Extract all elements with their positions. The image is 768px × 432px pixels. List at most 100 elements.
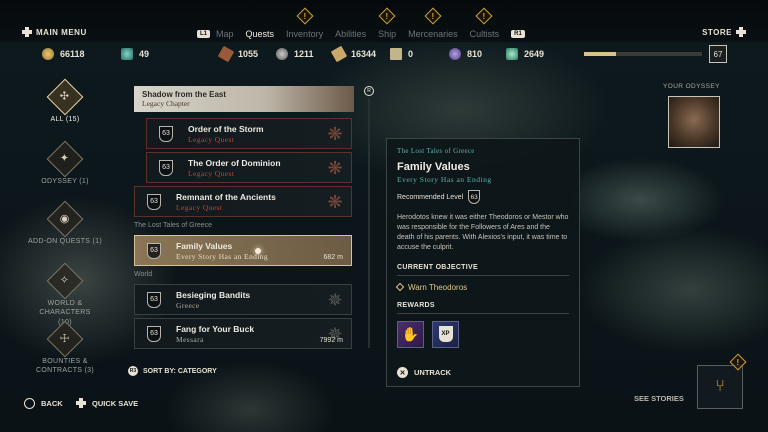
wood-counter: 1055 <box>217 45 259 63</box>
tab-cultists[interactable]: ! Cultists <box>469 7 500 39</box>
category-all-label: ALL (15) <box>50 116 80 123</box>
quest-row[interactable]: 63 Order of the Storm Legacy Quest ❋ <box>146 118 352 149</box>
tab-inventory-label: Inventory <box>286 29 324 39</box>
xp-progress-bar <box>584 52 702 56</box>
ability-point-icon <box>121 48 133 60</box>
quest-description: Herodotos knew it was either Theodoros o… <box>397 214 569 252</box>
quest-row[interactable]: 63 Besieging Bandits Greece ✵ <box>134 284 352 315</box>
alert-icon: ! <box>378 7 396 25</box>
category-odyssey[interactable]: ✦ ODYSSEY (1) <box>20 140 110 186</box>
quest-row[interactable]: 63 The Order of Dominion Legacy Quest ❋ <box>146 152 352 183</box>
quest-subtitle: Greece <box>176 300 200 310</box>
crystal-counter: 2649 <box>506 48 544 60</box>
knot-icon: ✣ <box>46 78 84 116</box>
tab-ship-label: Ship <box>378 29 397 39</box>
alert-icon: ! <box>475 7 493 25</box>
untrack-label: UNTRACK <box>414 368 452 377</box>
quest-level-badge: 63 <box>147 193 161 210</box>
quest-subtitle: Legacy Quest <box>188 134 235 144</box>
store-button[interactable]: STORE <box>702 27 746 37</box>
store-label: STORE <box>702 27 732 37</box>
l1-button-icon: L1 <box>197 30 211 38</box>
legacy-emblem-icon: ❋ <box>327 158 343 178</box>
quick-save-button[interactable]: QUICK SAVE <box>76 398 138 408</box>
quest-level-badge: 63 <box>147 291 161 308</box>
main-menu-button[interactable]: MAIN MENU <box>22 27 87 37</box>
quest-level-badge: 63 <box>159 125 173 142</box>
stories-button[interactable]: ⑂ <box>697 365 743 409</box>
resource-bar: 66118 49 1055 1211 16344 0 810 2649 <box>0 42 768 66</box>
circle-button-icon <box>24 398 35 409</box>
alert-icon: ! <box>424 7 442 25</box>
category-bounties-contracts[interactable]: ☩ BOUNTIES & CONTRACTS (3) <box>20 320 110 376</box>
cursor-icon <box>255 248 261 254</box>
recommended-level: Recommended Level 63 <box>397 190 569 204</box>
world-icon: ✧ <box>46 262 84 300</box>
category-world-characters[interactable]: ✧ WORLD & CHARACTERS (10) <box>20 262 110 327</box>
scrollbar-handle[interactable]: R <box>364 86 374 96</box>
tab-mercenaries[interactable]: ! Mercenaries <box>408 7 458 39</box>
obsidian-icon <box>449 48 461 60</box>
quest-subtitle: Legacy Quest <box>188 168 235 178</box>
tab-mercenaries-label: Mercenaries <box>408 29 458 39</box>
tab-ship[interactable]: ! Ship <box>378 7 397 39</box>
category-all[interactable]: ✣ ALL (15) <box>20 78 110 124</box>
player-level-badge: 67 <box>709 45 727 63</box>
see-stories-label[interactable]: SEE STORIES <box>634 394 684 403</box>
alert-icon: ! <box>296 7 314 25</box>
sort-control[interactable]: R3 SORT BY: CATEGORY <box>128 366 217 376</box>
legacy-chapter-header[interactable]: Shadow from the East Legacy Chapter <box>134 86 354 112</box>
quest-subtitle: Messara <box>176 334 204 344</box>
tablet-icon <box>390 48 402 60</box>
quest-title: Remnant of the Ancients <box>176 191 276 202</box>
quest-level-badge: 63 <box>147 242 161 259</box>
legacy-emblem-icon: ❋ <box>327 124 343 144</box>
category-odyssey-label: ODYSSEY (1) <box>41 178 89 185</box>
category-add-on-label: ADD-ON QUESTS (1) <box>28 238 102 245</box>
quick-save-label: QUICK SAVE <box>92 398 139 408</box>
tab-cultists-label: Cultists <box>469 29 500 39</box>
quest-title: Besieging Bandits <box>176 289 251 300</box>
back-button[interactable]: BACK <box>24 398 63 409</box>
top-bar: MAIN MENU L1 Map Quests ! Inventory Abil… <box>0 0 768 42</box>
back-label: BACK <box>41 399 63 408</box>
compass-emblem-icon: ✵ <box>327 324 343 344</box>
detail-category: The Lost Tales of Greece <box>397 147 475 155</box>
menu-tabs: L1 Map Quests ! Inventory Abilities ! Sh… <box>197 7 531 39</box>
objective-marker-icon <box>395 282 405 292</box>
quest-row[interactable]: 63 Fang for Your Buck Messara 7992 m ✵ <box>134 318 352 349</box>
category-bounties-label: BOUNTIES & CONTRACTS (3) <box>36 358 94 375</box>
quest-level-badge: 63 <box>147 325 161 342</box>
recommended-level-label: Recommended Level <box>397 193 464 201</box>
drachmae-value: 66118 <box>60 49 85 59</box>
scrollbar-track[interactable] <box>368 98 370 348</box>
sort-label: SORT BY: CATEGORY <box>143 367 217 375</box>
tab-map[interactable]: Map <box>216 29 234 39</box>
tablets-value: 0 <box>408 49 414 59</box>
group-label-world: World <box>134 271 153 278</box>
group-label-lost-tales: The Lost Tales of Greece <box>134 222 213 229</box>
category-add-on-quests[interactable]: ◉ ADD-ON QUESTS (1) <box>20 200 110 246</box>
your-odyssey-label: YOUR ODYSSEY <box>663 83 720 90</box>
quest-row[interactable]: 63 Remnant of the Ancients Legacy Quest … <box>134 186 352 217</box>
quest-detail-panel: The Lost Tales of Greece Family Values E… <box>386 138 580 387</box>
quest-distance: 682 m <box>323 254 343 261</box>
untrack-button[interactable]: ✕ UNTRACK <box>397 367 451 378</box>
objective-text: Warn Theodoros <box>408 282 468 292</box>
quest-row-selected[interactable]: 63 Family Values Every Story Has an Endi… <box>134 235 352 266</box>
wood-value: 1055 <box>238 49 259 59</box>
rewards-list: ✋ XP <box>397 320 569 348</box>
odyssey-icon: ✦ <box>46 140 84 178</box>
tab-quests[interactable]: Quests <box>246 29 275 39</box>
tab-abilities[interactable]: Abilities <box>335 29 366 39</box>
drachmae-counter: 66118 <box>42 48 85 60</box>
dpad-icon <box>76 398 86 408</box>
reward-item[interactable]: ✋ <box>397 320 424 348</box>
reward-xp[interactable]: XP <box>432 320 459 348</box>
tab-inventory[interactable]: ! Inventory <box>286 7 324 39</box>
dpad-icon <box>736 27 746 37</box>
iron-counter: 1211 <box>276 48 314 60</box>
iron-icon <box>276 48 288 60</box>
quest-level-badge: 63 <box>159 159 173 176</box>
odyssey-thumbnail[interactable] <box>668 96 720 148</box>
